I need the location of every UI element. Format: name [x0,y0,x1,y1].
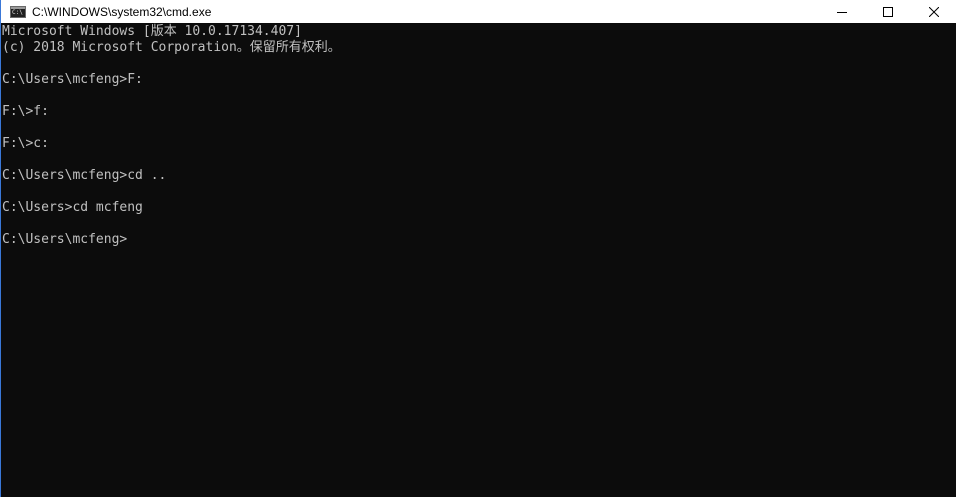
window-controls [819,0,956,23]
cmd-icon[interactable]: C:\ [10,5,26,18]
console-line: C:\Users>cd mcfeng [2,200,143,215]
prompt-text: C:\Users\mcfeng> [2,232,128,247]
minimize-button[interactable] [819,0,865,23]
console-line: C:\Users\mcfeng>F: [2,72,143,87]
prompt-line[interactable]: C:\Users\mcfeng> [1,232,956,248]
cmd-icon-text: C:\ [12,8,23,16]
minimize-icon [837,11,847,13]
maximize-icon [883,6,893,17]
console-line: C:\Users\mcfeng>cd .. [2,168,167,183]
console-line: (c) 2018 Microsoft Corporation。保留所有权利。 [2,40,341,55]
cmd-window: C:\ C:\WINDOWS\system32\cmd.exe Microsof… [0,0,956,497]
close-icon [929,6,939,17]
console-output[interactable]: Microsoft Windows [版本 10.0.17134.407] (c… [1,24,956,497]
maximize-button[interactable] [865,0,911,23]
title-bar[interactable]: C:\ C:\WINDOWS\system32\cmd.exe [1,0,956,23]
console-line: Microsoft Windows [版本 10.0.17134.407] [2,24,302,39]
close-button[interactable] [911,0,956,23]
window-title: C:\WINDOWS\system32\cmd.exe [32,4,212,19]
console-line: F:\>f: [2,104,49,119]
console-line: F:\>c: [2,136,49,151]
